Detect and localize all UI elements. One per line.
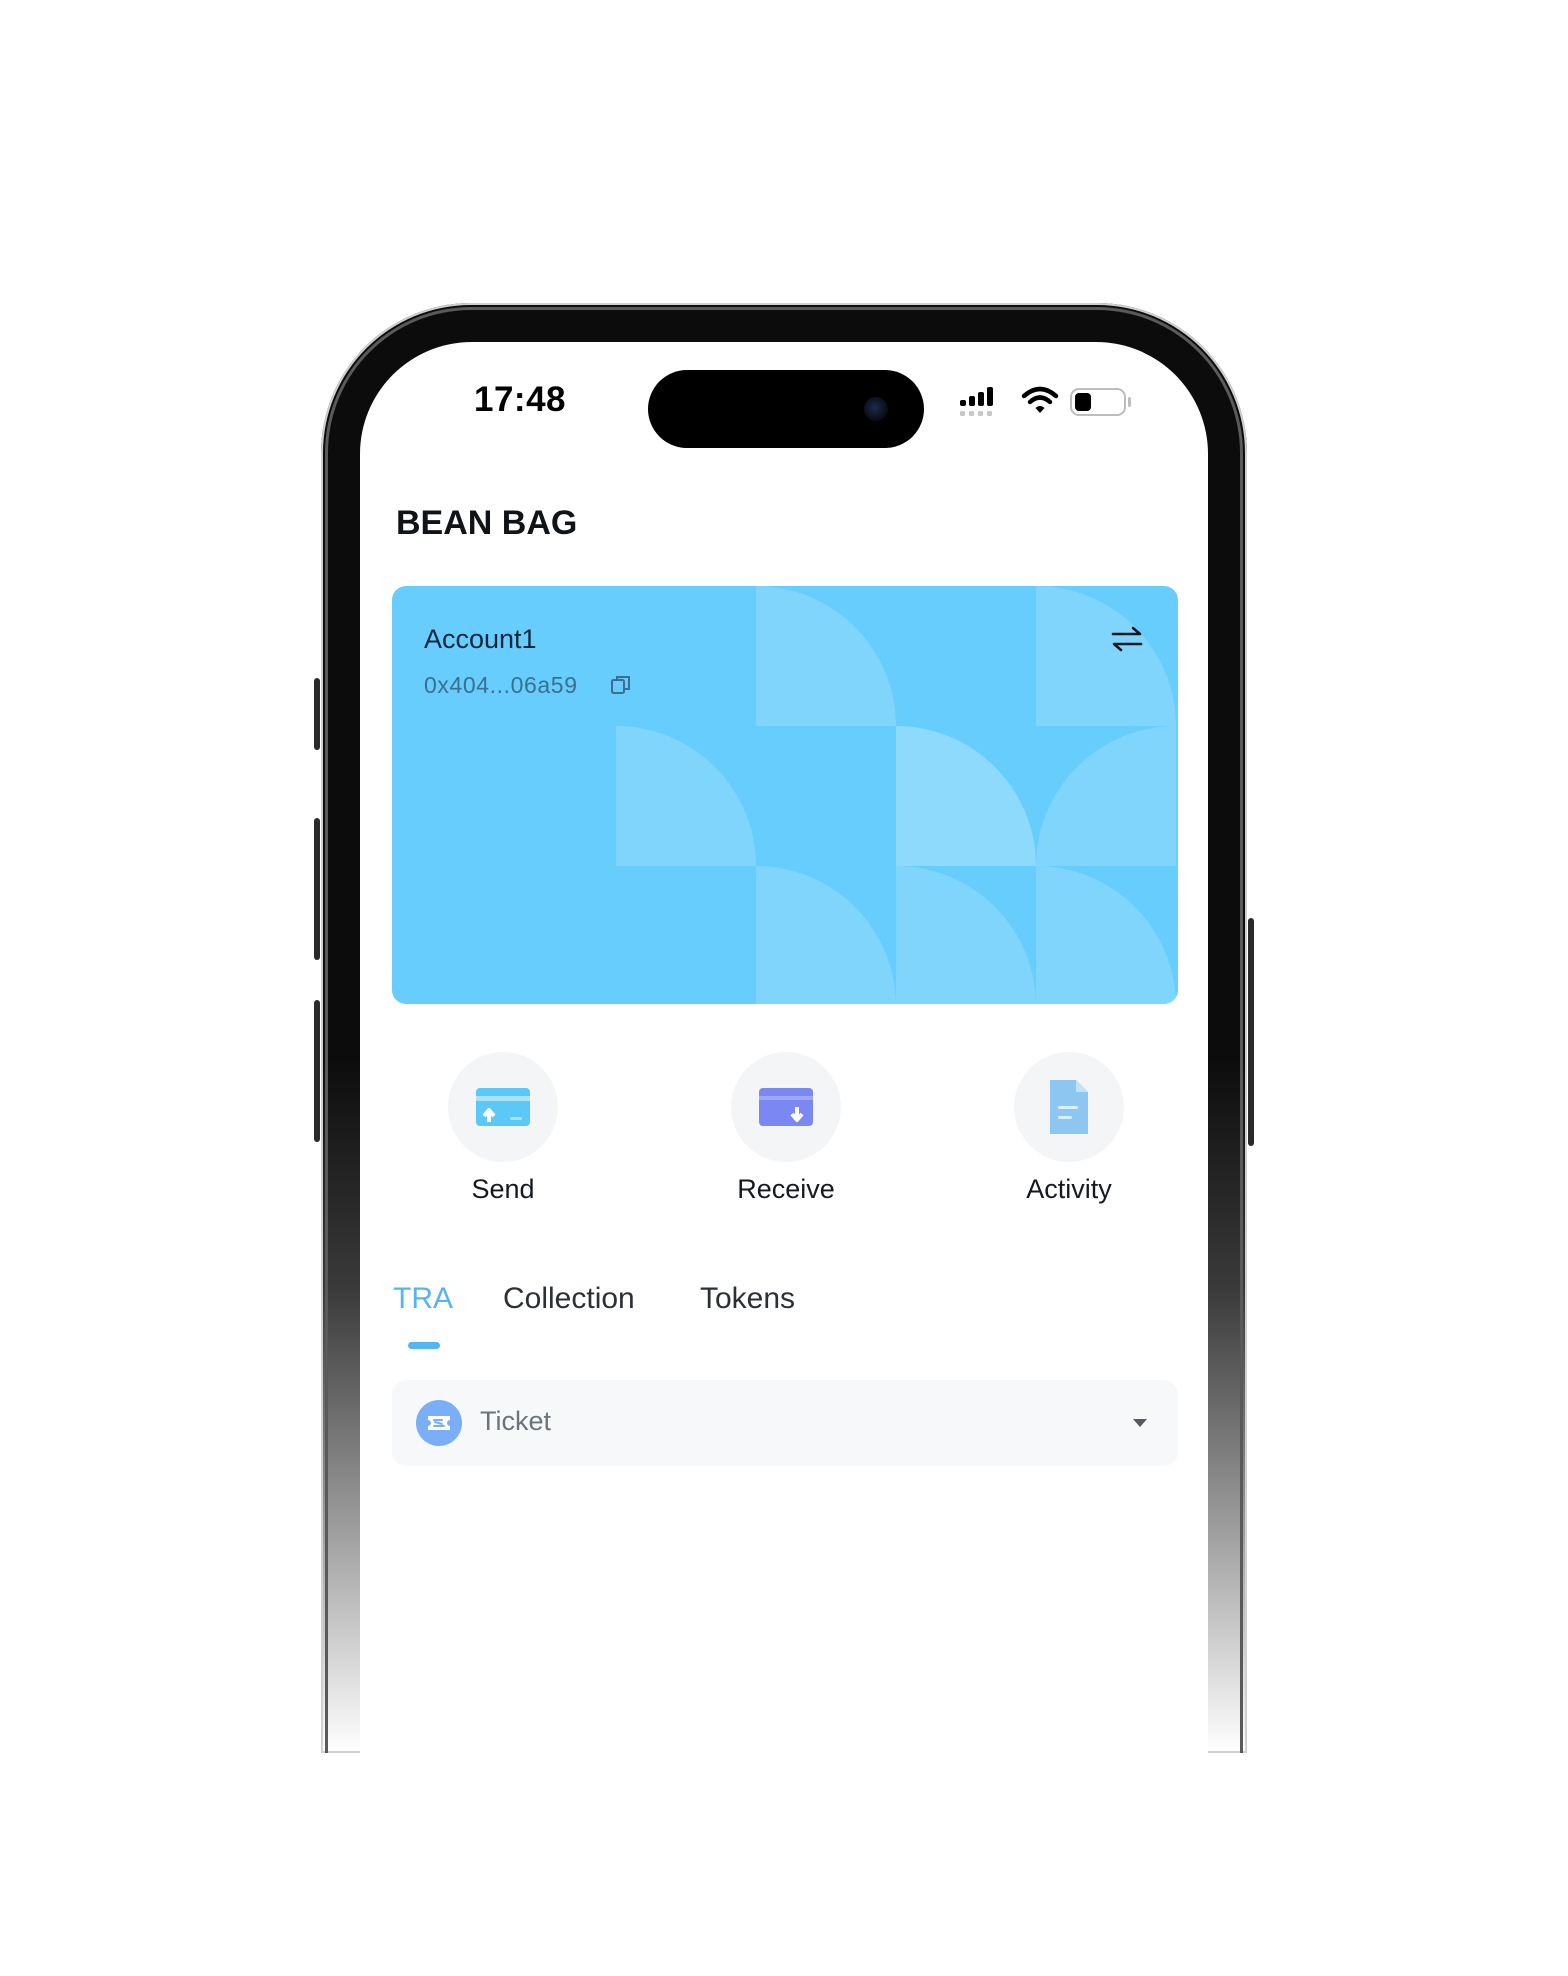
battery-icon <box>1070 388 1131 416</box>
tab-collection[interactable]: Collection <box>503 1282 635 1316</box>
volume-down-button <box>314 1000 320 1142</box>
status-icons <box>960 386 1131 416</box>
signal-icon <box>960 387 993 416</box>
dynamic-island <box>648 370 924 448</box>
wifi-icon <box>1021 386 1059 413</box>
token-selector-label: Ticket <box>480 1406 552 1436</box>
tab-tokens[interactable]: Tokens <box>700 1282 795 1316</box>
document-icon <box>1050 1080 1088 1134</box>
power-button <box>1248 918 1254 1146</box>
send-icon-wrap <box>448 1052 558 1162</box>
volume-up-button <box>314 818 320 960</box>
receive-card-icon <box>759 1088 813 1126</box>
receive-button[interactable]: Receive <box>686 1052 886 1205</box>
active-tab-indicator <box>408 1342 440 1349</box>
phone-screen: 17:48 BEAN BAG Account1 0x404...06a59 Se… <box>360 342 1208 1753</box>
app-title: BEAN BAG <box>396 504 578 542</box>
activity-button[interactable]: Activity <box>969 1052 1169 1205</box>
switch-account-icon[interactable] <box>1110 624 1144 654</box>
send-label: Send <box>471 1174 535 1204</box>
send-card-icon <box>476 1088 530 1126</box>
account-address: 0x404...06a59 <box>424 672 578 698</box>
screen-fade <box>360 1633 1208 1753</box>
tab-tra[interactable]: TRA <box>393 1282 453 1316</box>
send-button[interactable]: Send <box>403 1052 603 1205</box>
caret-down-icon[interactable] <box>1131 1416 1149 1430</box>
token-selector[interactable]: Ticket <box>392 1380 1178 1466</box>
copy-icon[interactable] <box>610 674 632 696</box>
account-card[interactable]: Account1 0x404...06a59 <box>392 586 1178 1004</box>
silent-switch <box>314 678 320 750</box>
activity-label: Activity <box>1026 1174 1112 1204</box>
front-camera-icon <box>864 397 888 421</box>
ticket-icon <box>416 1400 462 1446</box>
receive-label: Receive <box>737 1174 835 1204</box>
activity-icon-wrap <box>1014 1052 1124 1162</box>
account-name: Account1 <box>424 624 537 654</box>
status-time: 17:48 <box>474 380 567 419</box>
receive-icon-wrap <box>731 1052 841 1162</box>
